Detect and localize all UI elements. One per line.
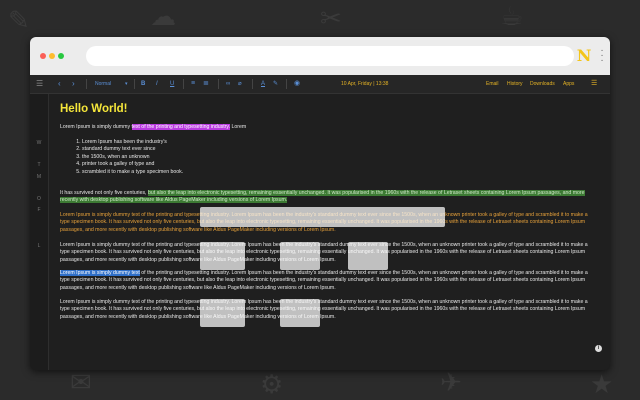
list-item: scrambled it to make a type specimen boo… [82,169,183,176]
background-doodle: ⚙ [260,370,284,400]
list-item: printer took a galley of type and [82,161,183,168]
background-doodle: ★ [590,370,614,400]
text-color-button[interactable]: A [261,78,265,90]
highlight-icon[interactable]: ✎ [273,78,278,90]
intro-end-text: Lorem [230,124,247,130]
apps-link[interactable]: Apps [563,78,574,90]
overlay-card [280,299,320,327]
background-doodle: ✎ [8,6,30,36]
link-icon[interactable]: ∞ [226,78,230,90]
toolbar-divider [286,79,287,89]
body-paragraph: Lorem Ipsum is simply dummy text of the … [60,299,588,320]
background-doodle: ☕ [500,2,524,32]
settings-menu-icon[interactable]: ☰ [591,78,597,90]
sidebar-item-l[interactable]: L [30,243,48,249]
background-doodle: ✂ [320,4,342,34]
overlay-card [200,299,245,327]
italic-button[interactable]: I [156,78,158,90]
numbered-list: Lorem Ipsum has been the industry's stan… [74,139,183,176]
notes-extension-icon[interactable]: N [575,47,593,65]
address-bar[interactable] [86,46,574,66]
numbered-list-icon[interactable]: ≣ [203,78,209,90]
bullet-list-icon[interactable]: ≡ [191,78,195,90]
sidebar-item-t[interactable]: T [30,162,48,168]
close-window-dot[interactable] [40,53,46,59]
text-style-select[interactable]: Normal [95,78,111,90]
bold-button[interactable]: B [141,78,145,90]
toolbar-divider [86,79,87,89]
downloads-link[interactable]: Downloads [530,78,555,90]
history-link[interactable]: History [507,78,523,90]
date-time-display: 10 Apr, Friday | 13:38 [341,81,389,87]
eye-icon[interactable]: ◉ [294,78,300,90]
body-paragraph: Lorem Ipsum is simply dummy text of the … [60,242,588,263]
overlay-card [348,242,388,270]
para2-text: It has survived not only five centuries, [60,190,148,196]
background-doodle: ✈ [440,368,462,398]
browser-menu-icon[interactable]: · · · [598,46,606,66]
sidebar-item-o[interactable]: O [30,196,48,202]
maximize-window-dot[interactable] [58,53,64,59]
sidebar-item-m[interactable]: M [30,174,48,180]
sidebar-item-w[interactable]: W [30,140,48,146]
document-title: Hello World! [60,103,128,115]
info-icon[interactable]: i [595,345,602,352]
overlay-card [200,242,245,270]
toolbar-divider [218,79,219,89]
overlay-card [280,242,320,270]
list-item: the 1500s, when an unknown [82,154,183,161]
toolbar-divider [134,79,135,89]
overlay-card [200,207,445,227]
browser-chrome: N · · · [30,37,610,75]
background-doodle: ✉ [70,368,92,398]
editor-sidebar: W T M O F L + [30,94,49,370]
green-paragraph: It has survived not only five centuries,… [60,190,594,205]
toolbar-divider [183,79,184,89]
arrow-left-icon[interactable]: ‹ [58,78,61,90]
intro-text: Lorem Ipsum is simply dummy [60,124,132,130]
arrow-right-icon[interactable]: › [72,78,75,90]
blue-paragraph: Lorem Ipsum is simply dummy text of the … [60,270,594,292]
toolbar-divider [252,79,253,89]
browser-window: N · · · ☰ ‹ › Normal ▾ B I U ≡ ≣ ∞ ⌀ A ✎ ◉… [30,37,610,370]
sidebar-item-f[interactable]: F [30,207,48,213]
list-item: Lorem Ipsum has been the industry's [82,139,183,146]
unlink-icon[interactable]: ⌀ [238,78,242,90]
background-doodle: ☁ [150,2,176,32]
chevron-down-icon[interactable]: ▾ [125,78,128,90]
minimize-window-dot[interactable] [49,53,55,59]
email-link[interactable]: Email [486,78,499,90]
editor-toolbar: ☰ ‹ › Normal ▾ B I U ≡ ≣ ∞ ⌀ A ✎ ◉ 10 Ap… [30,75,610,94]
intro-paragraph: Lorem Ipsum is simply dummy text of the … [60,124,594,131]
underline-button[interactable]: U [170,78,174,90]
para5-text: of the printing and typesetting industry… [60,270,588,291]
menu-icon[interactable]: ☰ [36,78,43,90]
purple-highlight: text of the printing and typesetting ind… [131,124,231,130]
blue-highlight: Lorem Ipsum is simply dummy text [60,270,140,276]
list-item: standard dummy text ever since [82,146,183,153]
